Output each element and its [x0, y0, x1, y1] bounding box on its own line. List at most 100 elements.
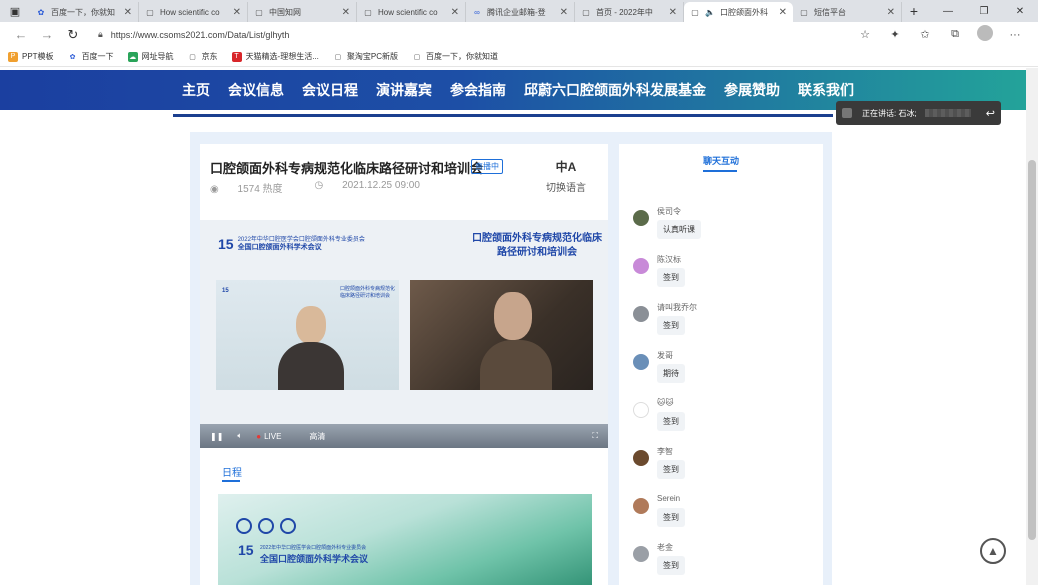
close-icon[interactable]: ✕	[124, 7, 132, 18]
avatar[interactable]	[633, 306, 649, 322]
page-icon: ▢	[413, 53, 421, 61]
page-scrollbar[interactable]	[1026, 68, 1038, 585]
nav-sponsor[interactable]: 参展赞助	[724, 80, 780, 100]
more-menu-icon[interactable]: ···	[1000, 29, 1030, 41]
extensions-icon[interactable]: ✦	[880, 28, 910, 41]
avatar[interactable]	[633, 258, 649, 274]
tab-schedule[interactable]: 日程	[222, 464, 242, 479]
nav-foundation[interactable]: 邱蔚六口腔颌面外科发展基金	[524, 80, 706, 100]
speaker-icon[interactable]: 🔈	[705, 7, 715, 17]
speaking-label: 正在讲话: 石冰;	[862, 108, 917, 118]
chat-user-name: 请叫我乔尔	[657, 303, 697, 312]
restore-icon[interactable]: ❐	[966, 6, 1002, 17]
bookmark-item[interactable]: T 天猫精选-理想生活...	[231, 51, 319, 62]
chat-message-text: 认真听课	[657, 220, 701, 239]
avatar[interactable]	[633, 210, 649, 226]
close-window-icon[interactable]: ✕	[1002, 6, 1038, 17]
live-dot-icon: ●	[256, 431, 262, 441]
avatar[interactable]	[633, 402, 649, 418]
chat-panel: 聊天互动 侯司令 认真听课 陈汉标 签到 请叫我乔尔 签到 发哥 期待 🐱🐱 签到 李智 签到 Sere…	[619, 144, 823, 585]
close-icon[interactable]: ✕	[779, 7, 787, 18]
translate-icon: 中A	[555, 160, 577, 174]
close-icon[interactable]: ✕	[233, 7, 241, 18]
pane-text: 口腔颌面外科专病规范化临床路径研讨和培训会	[340, 286, 396, 299]
page-icon: ▢	[800, 7, 808, 17]
favorite-star-icon[interactable]: ☆	[850, 28, 880, 41]
nav-guide[interactable]: 参会指南	[450, 80, 506, 100]
blurred-names	[924, 109, 971, 117]
tab-title: How scientific co	[378, 7, 438, 17]
close-icon[interactable]: ✕	[451, 7, 459, 18]
tab[interactable]: ∞ 腾讯企业邮箱-登 ✕	[466, 2, 575, 22]
tab[interactable]: ▢ 短信平台 ✕	[793, 2, 902, 22]
tab[interactable]: ✿ 百度一下，你就知 ✕	[30, 2, 139, 22]
switch-language-button[interactable]: 中A 切换语言	[546, 158, 586, 194]
minimize-icon[interactable]: —	[930, 6, 966, 17]
logo-line-2: 全国口腔颌面外科学术会议	[237, 244, 322, 251]
nav-agenda[interactable]: 会议日程	[302, 80, 358, 100]
speaker-person-right	[480, 284, 552, 390]
video-bg-title: 口腔颌面外科专病规范化临床路径研讨和培训会	[472, 233, 602, 258]
chat-message-text: 签到	[657, 460, 685, 479]
avatar[interactable]	[633, 498, 649, 514]
lock-icon[interactable]: 🔒︎	[98, 29, 103, 40]
collapse-arrow-icon[interactable]: ↩	[986, 107, 995, 120]
close-icon[interactable]: ✕	[669, 7, 677, 18]
chat-user-name: 发哥	[657, 351, 673, 360]
chat-message: 李智 签到	[633, 446, 813, 494]
back-to-top-button[interactable]: ▲	[980, 538, 1006, 564]
date-meta: ◷ 2021.12.25 09:00	[315, 180, 436, 195]
bookmark-label: 网址导航	[141, 52, 174, 61]
favorites-icon[interactable]: ✩	[910, 28, 940, 41]
bookmark-item[interactable]: ▢ 聚淘宝PC新版	[333, 51, 398, 62]
bookmark-label: 聚淘宝PC新版	[346, 52, 399, 61]
chat-user-name: 陈汉标	[657, 255, 681, 264]
tab[interactable]: ▢ How scientific co ✕	[139, 2, 248, 22]
avatar[interactable]	[633, 450, 649, 466]
tab[interactable]: ▢ How scientific co ✕	[357, 2, 466, 22]
refresh-icon[interactable]: ↻	[60, 27, 86, 43]
scrollbar-thumb[interactable]	[1028, 160, 1036, 540]
back-icon[interactable]: ←	[8, 27, 34, 42]
nav-speakers[interactable]: 演讲嘉宾	[376, 80, 432, 100]
bookmark-item[interactable]: ✿ 百度一下	[68, 51, 114, 62]
video-pane-left: 15 口腔颌面外科专病规范化临床路径研讨和培训会	[216, 280, 399, 390]
avatar[interactable]	[633, 354, 649, 370]
url-text: https://www.csoms2021.com/Data/List/glhy…	[110, 29, 290, 40]
pause-icon[interactable]: ❚❚	[210, 432, 223, 441]
new-tab-button[interactable]: +	[902, 3, 926, 19]
video-player[interactable]: 15 2022年中华口腔医学会口腔颌面外科专业委员会 全国口腔颌面外科学术会议 口…	[200, 220, 608, 448]
close-icon[interactable]: ✕	[342, 7, 350, 18]
fullscreen-icon[interactable]: ⛶	[592, 431, 598, 441]
bookmark-item[interactable]: ☁ 网址导航	[127, 51, 174, 62]
schedule-tab-underline	[222, 480, 240, 482]
forward-icon[interactable]: →	[34, 27, 60, 42]
main-container: 口腔颌面外科专病规范化临床路径研讨和培训会 直播中 ◉ 1574 热度 ◷ 20…	[190, 132, 832, 585]
close-icon[interactable]: ✕	[887, 7, 895, 18]
nav-home[interactable]: 主页	[182, 80, 210, 100]
chat-user-name: 侯司令	[657, 207, 681, 216]
close-icon[interactable]: ✕	[560, 7, 568, 18]
nav-meeting-info[interactable]: 会议信息	[228, 80, 284, 100]
toolbar-icons: ☆ ✦ ✩ ⧉ ···	[850, 25, 1030, 44]
bookmark-item[interactable]: ▢ 京东	[188, 51, 217, 62]
bookmark-item[interactable]: ▢ 百度一下，你就知道	[412, 51, 498, 62]
nav-contact[interactable]: 联系我们	[798, 80, 854, 100]
chat-message: 发哥 期待	[633, 350, 813, 398]
tab-active[interactable]: ▢ 🔈 口腔颌面外科 ✕	[684, 2, 793, 22]
collections-icon[interactable]: ⧉	[940, 28, 970, 41]
bookmark-item[interactable]: P PPT模板	[8, 51, 54, 62]
tab[interactable]: ▢ 首页 - 2022年中 ✕	[575, 2, 684, 22]
window-controls: — ❐ ✕	[930, 6, 1038, 17]
volume-icon[interactable]: 🔈︎	[237, 431, 242, 441]
tab[interactable]: ▢ 中国知网 ✕	[248, 2, 357, 22]
url-field[interactable]: 🔒︎ https://www.csoms2021.com/Data/List/g…	[94, 25, 824, 45]
quality-button[interactable]: 高清	[309, 431, 325, 442]
banner-big-text: 全国口腔颌面外科学术会议	[260, 554, 369, 564]
chat-message-text: 期待	[657, 364, 685, 383]
window-menu-icon[interactable]: ▣	[0, 0, 30, 22]
avatar[interactable]	[633, 546, 649, 562]
video-date: 2021.12.25 09:00	[342, 180, 420, 191]
chat-title[interactable]: 聊天互动	[703, 154, 739, 167]
profile-avatar[interactable]	[970, 25, 1000, 44]
